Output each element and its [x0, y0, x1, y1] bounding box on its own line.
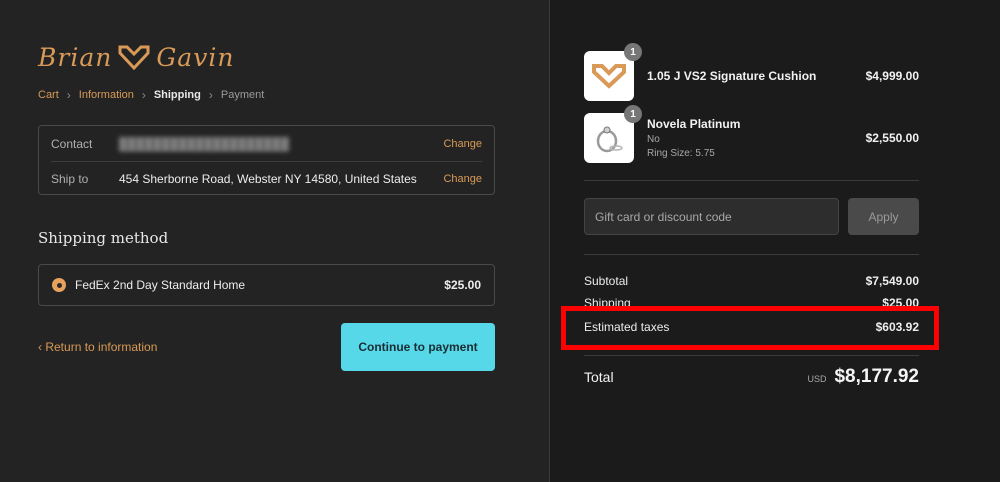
- subtotal-row: Subtotal $7,549.00: [584, 274, 919, 288]
- product-thumbnail: 1: [584, 105, 642, 163]
- ship-to-value: 454 Sherborne Road, Webster NY 14580, Un…: [119, 171, 417, 186]
- total-label: Total: [584, 369, 614, 385]
- breadcrumb-payment: Payment: [220, 89, 265, 101]
- divider: [584, 180, 919, 181]
- product-ring-size: Ring Size: 5.75: [647, 148, 715, 159]
- total-row: Total USD $8,177.92: [584, 366, 919, 388]
- continue-to-payment-button[interactable]: Continue to payment: [341, 323, 495, 371]
- product-option: No: [647, 134, 660, 145]
- highlight-box: [561, 306, 939, 350]
- cart-line-item: 1 1.05 J VS2 Signature Cushion $4,999.00: [584, 43, 919, 101]
- return-link-label: Return to information: [45, 340, 158, 354]
- brand-logo[interactable]: Brian Gavin: [38, 38, 234, 76]
- ship-to-row: Ship to 454 Sherborne Road, Webster NY 1…: [51, 161, 482, 196]
- shipping-option-name: FedEx 2nd Day Standard Home: [75, 278, 246, 292]
- chevron-left-icon: ‹: [38, 340, 42, 354]
- breadcrumb-shipping: Shipping: [153, 89, 201, 101]
- breadcrumb: Cart › Information › Shipping › Payment: [38, 88, 264, 102]
- shipping-option[interactable]: FedEx 2nd Day Standard Home $25.00: [38, 264, 495, 306]
- breadcrumb-separator: ›: [208, 88, 213, 102]
- shipping-option-radio[interactable]: [52, 278, 66, 292]
- change-contact-link[interactable]: Change: [443, 138, 482, 150]
- shipping-option-price: $25.00: [444, 278, 481, 292]
- customer-info-box: Contact ████████████████████ Change Ship…: [38, 125, 495, 195]
- currency-code: USD: [807, 374, 827, 384]
- shipping-method-heading: Shipping method: [38, 229, 169, 247]
- order-summary-panel: 1 1.05 J VS2 Signature Cushion $4,999.00…: [549, 0, 1000, 482]
- divider: [584, 254, 919, 255]
- brand-logo-last: Gavin: [156, 42, 235, 72]
- breadcrumb-separator: ›: [66, 88, 71, 102]
- checkout-main-panel: Brian Gavin Cart › Information › Shippin…: [0, 0, 549, 482]
- product-price: $2,550.00: [865, 131, 919, 145]
- divider: [584, 355, 919, 356]
- ring-icon: [596, 126, 623, 153]
- product-thumbnail: 1: [584, 43, 642, 101]
- return-to-information-link[interactable]: ‹ Return to information: [38, 340, 157, 354]
- product-name: Novela Platinum: [647, 117, 741, 131]
- product-name: 1.05 J VS2 Signature Cushion: [647, 69, 817, 83]
- ship-to-label: Ship to: [51, 171, 89, 186]
- brand-logo-icon: [592, 64, 626, 89]
- quantity-badge: 1: [624, 105, 642, 123]
- contact-value-redacted: ████████████████████: [119, 136, 290, 151]
- cart-line-item: 1 Novela Platinum No Ring Size: 5.75 $2,…: [584, 105, 919, 163]
- apply-discount-button[interactable]: Apply: [848, 198, 919, 235]
- quantity-badge: 1: [624, 43, 642, 61]
- subtotal-value: $7,549.00: [865, 274, 919, 288]
- brand-logo-first: Brian: [38, 42, 113, 72]
- contact-label: Contact: [51, 136, 93, 151]
- heart-diamond-icon: [118, 45, 150, 70]
- subtotal-label: Subtotal: [584, 274, 629, 288]
- discount-code-input[interactable]: [584, 198, 839, 235]
- contact-row: Contact ████████████████████ Change: [51, 126, 482, 162]
- breadcrumb-cart[interactable]: Cart: [38, 89, 59, 101]
- product-price: $4,999.00: [865, 69, 919, 83]
- total-value: $8,177.92: [834, 366, 919, 387]
- breadcrumb-information[interactable]: Information: [79, 89, 134, 101]
- breadcrumb-separator: ›: [141, 88, 146, 102]
- change-address-link[interactable]: Change: [443, 173, 482, 185]
